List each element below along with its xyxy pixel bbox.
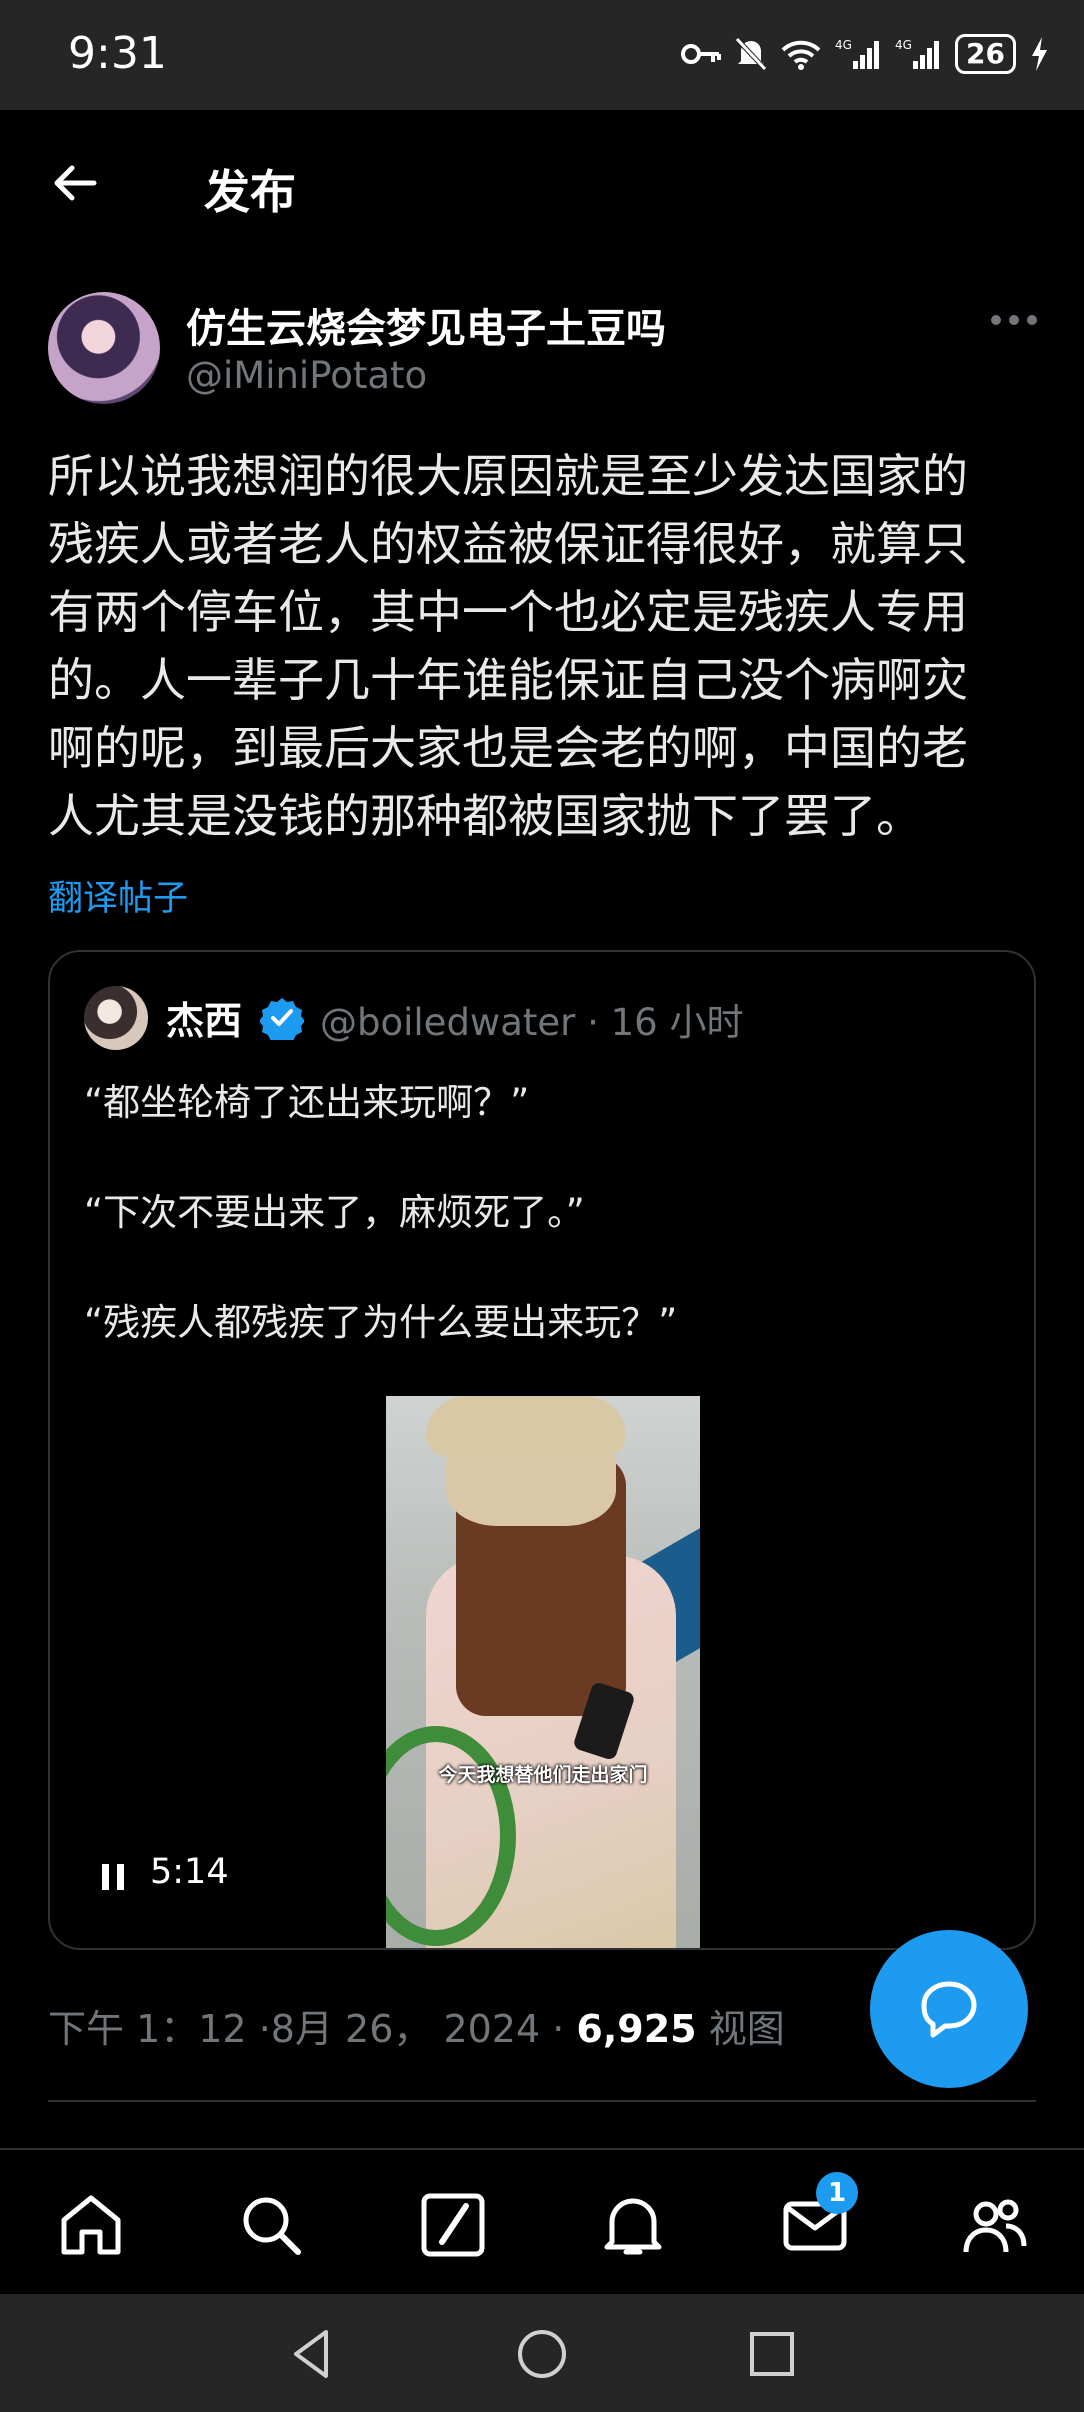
mute-bell-icon (735, 37, 767, 71)
video-caption: 今天我想替他们走出家门 (438, 1764, 648, 1786)
author-avatar[interactable] (48, 292, 160, 404)
charging-icon (1032, 37, 1047, 71)
video-duration: 5:14 (150, 1852, 229, 1892)
post-metadata: 下午 1：12 ·8月 26， 2024 · 6,925 视图 (48, 1998, 785, 2053)
signal-4g-icon: 4G (835, 38, 880, 69)
signal-4g-icon: 4G (895, 38, 940, 69)
back-arrow-icon[interactable] (48, 156, 102, 210)
post-text-line: 残疾人或者老人的权益被保证得很好，就算只 (48, 517, 968, 571)
system-nav-bar (0, 2294, 1084, 2412)
communities-icon[interactable] (960, 2190, 1030, 2260)
messages-badge: 1 (816, 2172, 858, 2214)
video-thumbnail[interactable]: 今天我想替他们走出家门 (386, 1396, 700, 1948)
nav-recents-icon[interactable] (742, 2324, 802, 2384)
bottom-tab-bar: 1 (0, 2148, 1084, 2294)
quote-text-line: “残疾人都残疾了为什么要出来玩？” (84, 1301, 678, 1344)
translate-post-link[interactable]: 翻译帖子 (48, 870, 188, 921)
battery-indicator: 26 (955, 34, 1016, 74)
views-count: 6,925 (576, 2007, 697, 2051)
post-text-line: 的。人一辈子几十年谁能保证自己没个病啊灾 (48, 653, 968, 707)
quote-text-line: “下次不要出来了，麻烦死了。” (84, 1191, 585, 1234)
status-icons: 4G 4G 26 (681, 34, 1048, 74)
video-figure-cap (426, 1396, 626, 1456)
more-options-icon[interactable] (984, 306, 1044, 334)
svg-text:4G: 4G (835, 38, 852, 52)
quote-author-avatar (84, 986, 148, 1050)
search-icon[interactable] (236, 2190, 306, 2260)
svg-text:4G: 4G (895, 38, 912, 52)
quote-author-name: 杰西 (166, 999, 243, 1043)
post-text-line: 所以说我想润的很大原因就是至少发达国家的 (48, 449, 968, 503)
post-text-line: 人尤其是没钱的那种都被国家抛下了罢了。 (48, 789, 922, 843)
wifi-icon (781, 40, 821, 70)
pause-icon[interactable] (98, 1860, 128, 1894)
nav-home-icon[interactable] (512, 2324, 572, 2384)
divider (48, 2100, 1036, 2102)
reply-bubble-icon (921, 1981, 977, 2038)
post-text-line: 有两个停车位，其中一个也必定是残疾人专用 (48, 585, 968, 639)
top-bar: 发布 (0, 110, 1084, 260)
reply-fab-button[interactable] (870, 1930, 1028, 2088)
author-name[interactable]: 仿生云烧会梦见电子土豆吗 (186, 296, 666, 354)
verified-badge-icon (260, 998, 304, 1040)
nav-back-icon[interactable] (282, 2324, 342, 2384)
quote-text-line: “都坐轮椅了还出来玩啊？” (84, 1081, 530, 1124)
page-title: 发布 (204, 165, 296, 219)
quote-author-handle: @boiledwater · 16 小时 (320, 1001, 744, 1044)
status-bar: 9:31 4G 4G 26 (0, 0, 1084, 110)
key-icon (681, 44, 722, 64)
post-text-line: 啊的呢，到最后大家也是会老的啊，中国的老 (48, 721, 968, 775)
author-handle[interactable]: @iMiniPotato (186, 354, 427, 397)
grok-icon[interactable] (418, 2190, 488, 2260)
views-label: 视图 (696, 2007, 785, 2051)
status-time: 9:31 (68, 28, 167, 79)
post-text: 所以说我想润的很大原因就是至少发达国家的 残疾人或者老人的权益被保证得很好，就算… (48, 442, 1048, 850)
notifications-icon[interactable] (598, 2190, 668, 2260)
home-icon[interactable] (56, 2190, 126, 2260)
post-timestamp: 下午 1：12 ·8月 26， 2024 · (48, 2007, 577, 2051)
quoted-post-card[interactable]: 杰西 @boiledwater · 16 小时 “都坐轮椅了还出来玩啊？” “下… (48, 950, 1036, 1950)
